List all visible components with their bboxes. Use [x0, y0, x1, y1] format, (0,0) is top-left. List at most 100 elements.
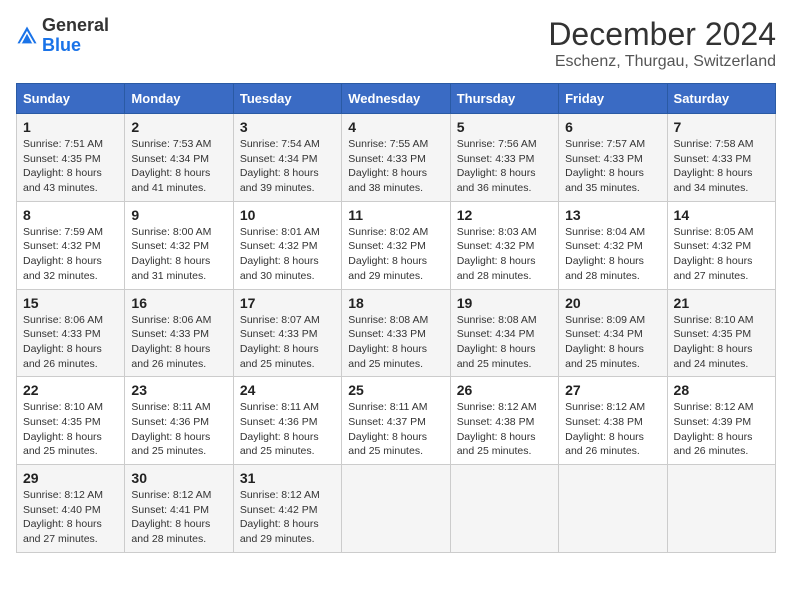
- day-number: 22: [23, 382, 118, 398]
- day-number: 16: [131, 295, 226, 311]
- day-number: 28: [674, 382, 769, 398]
- day-number: 6: [565, 119, 660, 135]
- calendar-cell: 16 Sunrise: 8:06 AM Sunset: 4:33 PM Dayli…: [125, 289, 233, 377]
- header: General Blue December 2024 Eschenz, Thur…: [16, 16, 776, 71]
- title-area: December 2024 Eschenz, Thurgau, Switzerl…: [548, 16, 776, 71]
- calendar-cell: 24Sunrise: 8:11 AM Sunset: 4:36 PM Dayli…: [233, 377, 341, 465]
- cell-details: Sunrise: 8:05 AM Sunset: 4:32 PM Dayligh…: [674, 226, 754, 282]
- week-row-5: 29Sunrise: 8:12 AM Sunset: 4:40 PM Dayli…: [17, 465, 776, 553]
- calendar-cell: 3 Sunrise: 7:54 AM Sunset: 4:34 PM Daylig…: [233, 114, 341, 202]
- day-number: 31: [240, 470, 335, 486]
- calendar-cell: 14 Sunrise: 8:05 AM Sunset: 4:32 PM Dayli…: [667, 201, 775, 289]
- calendar-cell: 9 Sunrise: 8:00 AM Sunset: 4:32 PM Daylig…: [125, 201, 233, 289]
- calendar-cell: 25 Sunrise: 8:11 AM Sunset: 4:37 PM Dayli…: [342, 377, 450, 465]
- calendar-cell: [342, 465, 450, 553]
- calendar-cell: 17 Sunrise: 8:07 AM Sunset: 4:33 PM Dayli…: [233, 289, 341, 377]
- calendar-cell: 5 Sunrise: 7:56 AM Sunset: 4:33 PM Daylig…: [450, 114, 558, 202]
- cell-details: Sunrise: 7:53 AM Sunset: 4:34 PM Dayligh…: [131, 138, 211, 194]
- cell-details: Sunrise: 8:12 AM Sunset: 4:40 PM Dayligh…: [23, 489, 103, 545]
- cell-details: Sunrise: 8:08 AM Sunset: 4:33 PM Dayligh…: [348, 314, 428, 370]
- week-row-4: 22 Sunrise: 8:10 AM Sunset: 4:35 PM Dayli…: [17, 377, 776, 465]
- cell-details: Sunrise: 7:55 AM Sunset: 4:33 PM Dayligh…: [348, 138, 428, 194]
- logo-icon: [16, 25, 38, 47]
- cell-details: Sunrise: 8:11 AM Sunset: 4:36 PM Dayligh…: [240, 401, 319, 457]
- day-header-monday: Monday: [125, 84, 233, 114]
- day-number: 19: [457, 295, 552, 311]
- calendar-cell: 10Sunrise: 8:01 AM Sunset: 4:32 PM Dayli…: [233, 201, 341, 289]
- logo-general-text: General: [42, 15, 109, 35]
- cell-details: Sunrise: 8:07 AM Sunset: 4:33 PM Dayligh…: [240, 314, 320, 370]
- calendar-cell: 21 Sunrise: 8:10 AM Sunset: 4:35 PM Dayli…: [667, 289, 775, 377]
- cell-details: Sunrise: 8:12 AM Sunset: 4:38 PM Dayligh…: [565, 401, 645, 457]
- day-number: 11: [348, 207, 443, 223]
- calendar-cell: 13 Sunrise: 8:04 AM Sunset: 4:32 PM Dayli…: [559, 201, 667, 289]
- calendar-cell: 26Sunrise: 8:12 AM Sunset: 4:38 PM Dayli…: [450, 377, 558, 465]
- calendar-cell: 6 Sunrise: 7:57 AM Sunset: 4:33 PM Daylig…: [559, 114, 667, 202]
- day-number: 23: [131, 382, 226, 398]
- day-number: 30: [131, 470, 226, 486]
- calendar-cell: 23Sunrise: 8:11 AM Sunset: 4:36 PM Dayli…: [125, 377, 233, 465]
- day-number: 27: [565, 382, 660, 398]
- cell-details: Sunrise: 8:10 AM Sunset: 4:35 PM Dayligh…: [23, 401, 103, 457]
- cell-details: Sunrise: 8:12 AM Sunset: 4:41 PM Dayligh…: [131, 489, 211, 545]
- cell-details: Sunrise: 7:58 AM Sunset: 4:33 PM Dayligh…: [674, 138, 754, 194]
- calendar-cell: 20 Sunrise: 8:09 AM Sunset: 4:34 PM Dayli…: [559, 289, 667, 377]
- cell-details: Sunrise: 7:57 AM Sunset: 4:33 PM Dayligh…: [565, 138, 645, 194]
- day-number: 7: [674, 119, 769, 135]
- cell-details: Sunrise: 8:08 AM Sunset: 4:34 PM Dayligh…: [457, 314, 537, 370]
- calendar-cell: 31Sunrise: 8:12 AM Sunset: 4:42 PM Dayli…: [233, 465, 341, 553]
- cell-details: Sunrise: 8:03 AM Sunset: 4:32 PM Dayligh…: [457, 226, 537, 282]
- calendar-cell: 18 Sunrise: 8:08 AM Sunset: 4:33 PM Dayli…: [342, 289, 450, 377]
- week-row-1: 1Sunrise: 7:51 AM Sunset: 4:35 PM Daylig…: [17, 114, 776, 202]
- cell-details: Sunrise: 8:09 AM Sunset: 4:34 PM Dayligh…: [565, 314, 645, 370]
- day-number: 1: [23, 119, 118, 135]
- cell-details: Sunrise: 8:02 AM Sunset: 4:32 PM Dayligh…: [348, 226, 428, 282]
- calendar-cell: 11 Sunrise: 8:02 AM Sunset: 4:32 PM Dayli…: [342, 201, 450, 289]
- calendar-cell: 8 Sunrise: 7:59 AM Sunset: 4:32 PM Daylig…: [17, 201, 125, 289]
- day-number: 14: [674, 207, 769, 223]
- day-header-tuesday: Tuesday: [233, 84, 341, 114]
- day-number: 5: [457, 119, 552, 135]
- day-number: 18: [348, 295, 443, 311]
- cell-details: Sunrise: 8:12 AM Sunset: 4:39 PM Dayligh…: [674, 401, 754, 457]
- day-number: 8: [23, 207, 118, 223]
- calendar-cell: 30 Sunrise: 8:12 AM Sunset: 4:41 PM Dayli…: [125, 465, 233, 553]
- day-number: 20: [565, 295, 660, 311]
- day-number: 2: [131, 119, 226, 135]
- cell-details: Sunrise: 8:10 AM Sunset: 4:35 PM Dayligh…: [674, 314, 754, 370]
- day-header-saturday: Saturday: [667, 84, 775, 114]
- day-number: 10: [240, 207, 335, 223]
- cell-details: Sunrise: 8:04 AM Sunset: 4:32 PM Dayligh…: [565, 226, 645, 282]
- day-number: 9: [131, 207, 226, 223]
- calendar-cell: 19 Sunrise: 8:08 AM Sunset: 4:34 PM Dayli…: [450, 289, 558, 377]
- calendar-cell: 12Sunrise: 8:03 AM Sunset: 4:32 PM Dayli…: [450, 201, 558, 289]
- cell-details: Sunrise: 7:59 AM Sunset: 4:32 PM Dayligh…: [23, 226, 103, 282]
- location-title: Eschenz, Thurgau, Switzerland: [548, 53, 776, 71]
- month-title: December 2024: [548, 16, 776, 53]
- day-number: 25: [348, 382, 443, 398]
- calendar-cell: 27 Sunrise: 8:12 AM Sunset: 4:38 PM Dayli…: [559, 377, 667, 465]
- calendar-cell: 29Sunrise: 8:12 AM Sunset: 4:40 PM Dayli…: [17, 465, 125, 553]
- cell-details: Sunrise: 7:54 AM Sunset: 4:34 PM Dayligh…: [240, 138, 320, 194]
- day-number: 3: [240, 119, 335, 135]
- day-number: 21: [674, 295, 769, 311]
- calendar-cell: [559, 465, 667, 553]
- calendar-cell: 1Sunrise: 7:51 AM Sunset: 4:35 PM Daylig…: [17, 114, 125, 202]
- day-header-wednesday: Wednesday: [342, 84, 450, 114]
- day-header-friday: Friday: [559, 84, 667, 114]
- cell-details: Sunrise: 8:06 AM Sunset: 4:33 PM Dayligh…: [131, 314, 211, 370]
- calendar-cell: 4 Sunrise: 7:55 AM Sunset: 4:33 PM Daylig…: [342, 114, 450, 202]
- day-number: 13: [565, 207, 660, 223]
- day-number: 26: [457, 382, 552, 398]
- calendar-cell: [667, 465, 775, 553]
- cell-details: Sunrise: 8:11 AM Sunset: 4:37 PM Dayligh…: [348, 401, 427, 457]
- cell-details: Sunrise: 7:56 AM Sunset: 4:33 PM Dayligh…: [457, 138, 537, 194]
- cell-details: Sunrise: 8:00 AM Sunset: 4:32 PM Dayligh…: [131, 226, 211, 282]
- day-number: 17: [240, 295, 335, 311]
- week-row-3: 15Sunrise: 8:06 AM Sunset: 4:33 PM Dayli…: [17, 289, 776, 377]
- day-header-sunday: Sunday: [17, 84, 125, 114]
- day-number: 4: [348, 119, 443, 135]
- calendar-cell: [450, 465, 558, 553]
- calendar-cell: 15Sunrise: 8:06 AM Sunset: 4:33 PM Dayli…: [17, 289, 125, 377]
- calendar-cell: 22 Sunrise: 8:10 AM Sunset: 4:35 PM Dayli…: [17, 377, 125, 465]
